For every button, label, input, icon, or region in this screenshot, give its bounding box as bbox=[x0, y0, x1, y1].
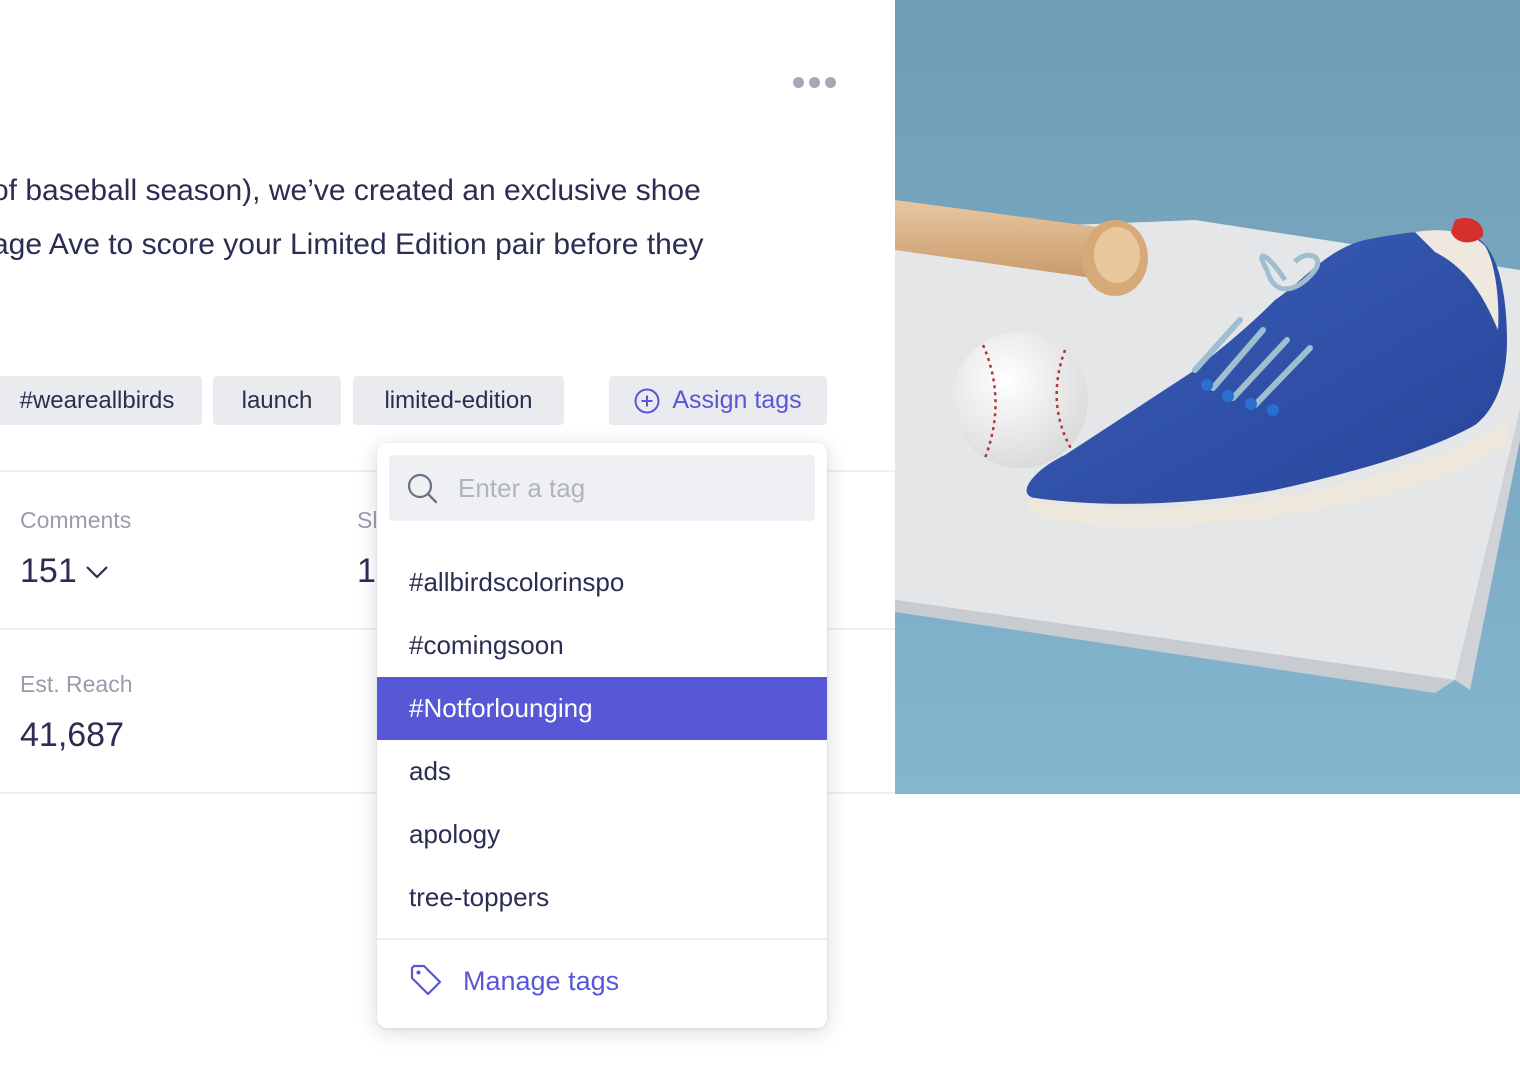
dropdown-divider bbox=[377, 938, 827, 940]
tag-option[interactable]: tree-toppers bbox=[377, 866, 827, 929]
chevron-down-icon bbox=[85, 565, 108, 579]
tag-option-highlighted[interactable]: #Notforlounging bbox=[377, 677, 827, 740]
shares-label: Sl bbox=[357, 507, 378, 533]
tag-dropdown: #allbirdscolorinspo #comingsoon #Notforl… bbox=[377, 443, 827, 1028]
tag-option[interactable]: apology bbox=[377, 803, 827, 866]
more-dot-icon bbox=[808, 76, 820, 88]
tag-chip-weareallbirds[interactable]: #weareallbirds bbox=[0, 376, 202, 425]
more-dot-icon bbox=[792, 76, 804, 88]
sneaker-baseball-photo bbox=[895, 0, 1520, 794]
comments-count: 151 bbox=[20, 552, 77, 590]
manage-tags-label: Manage tags bbox=[463, 965, 620, 996]
reach-value: 41,687 bbox=[20, 716, 124, 754]
tag-chip-launch[interactable]: launch bbox=[213, 376, 341, 425]
comments-label: Comments bbox=[20, 507, 132, 533]
assign-tags-button[interactable]: Assign tags bbox=[609, 376, 827, 425]
comments-value[interactable]: 151 bbox=[20, 552, 109, 591]
caption-line: age Ave to score your Limited Edition pa… bbox=[0, 228, 704, 261]
post-image bbox=[895, 0, 1520, 794]
tag-chip-limited-edition[interactable]: limited-edition bbox=[353, 376, 564, 425]
manage-tags-link[interactable]: Manage tags bbox=[409, 953, 619, 1009]
more-options-button[interactable] bbox=[788, 70, 840, 94]
plus-circle-icon bbox=[634, 388, 660, 413]
tag-option[interactable]: ads bbox=[377, 740, 827, 803]
search-icon bbox=[407, 473, 438, 504]
caption-line: of baseball season), we’ve created an ex… bbox=[0, 174, 701, 207]
more-dot-icon bbox=[824, 76, 836, 88]
reach-label: Est. Reach bbox=[20, 671, 133, 697]
tag-option[interactable]: #comingsoon bbox=[377, 614, 827, 677]
post-caption: of baseball season), we’ve created an ex… bbox=[0, 164, 852, 272]
tag-icon bbox=[410, 964, 442, 996]
tag-search-input[interactable] bbox=[456, 471, 780, 505]
shares-value: 1 bbox=[357, 552, 376, 590]
tag-search-box[interactable] bbox=[389, 455, 815, 521]
assign-tags-label: Assign tags bbox=[672, 386, 802, 414]
tag-option[interactable]: #allbirdscolorinspo bbox=[377, 551, 827, 614]
